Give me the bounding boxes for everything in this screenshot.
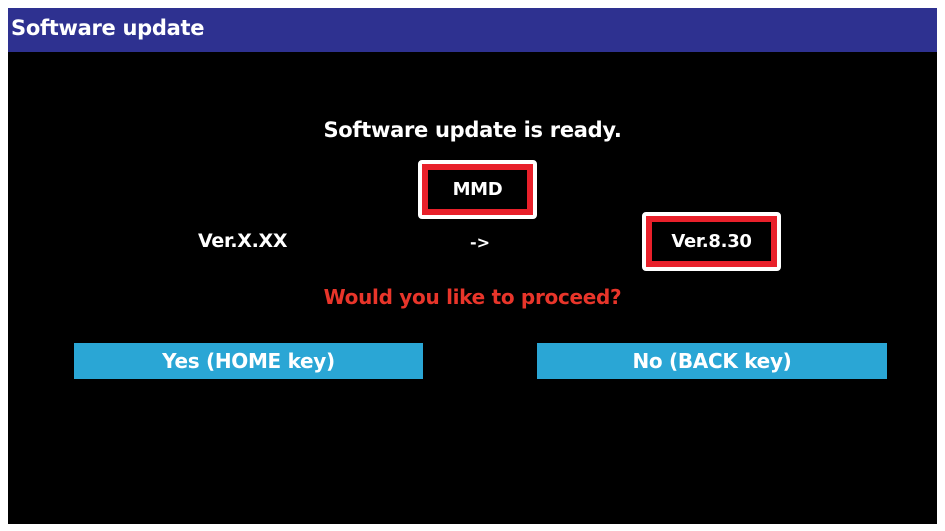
version-arrow: ->: [470, 233, 491, 252]
title-bar: Software update: [8, 8, 937, 52]
window-title: Software update: [11, 16, 205, 40]
current-version: Ver.X.XX: [198, 230, 288, 252]
no-button[interactable]: No (BACK key): [537, 343, 887, 379]
target-version: Ver.8.30: [652, 222, 771, 261]
yes-button[interactable]: Yes (HOME key): [74, 343, 423, 379]
update-screen: Software update Software update is ready…: [8, 8, 937, 524]
ready-message: Software update is ready.: [323, 118, 622, 142]
proceed-prompt: Would you like to proceed?: [323, 285, 622, 309]
target-version-highlight-frame: Ver.8.30: [642, 212, 781, 271]
module-highlight-frame: MMD: [418, 160, 537, 219]
module-name: MMD: [428, 170, 527, 209]
